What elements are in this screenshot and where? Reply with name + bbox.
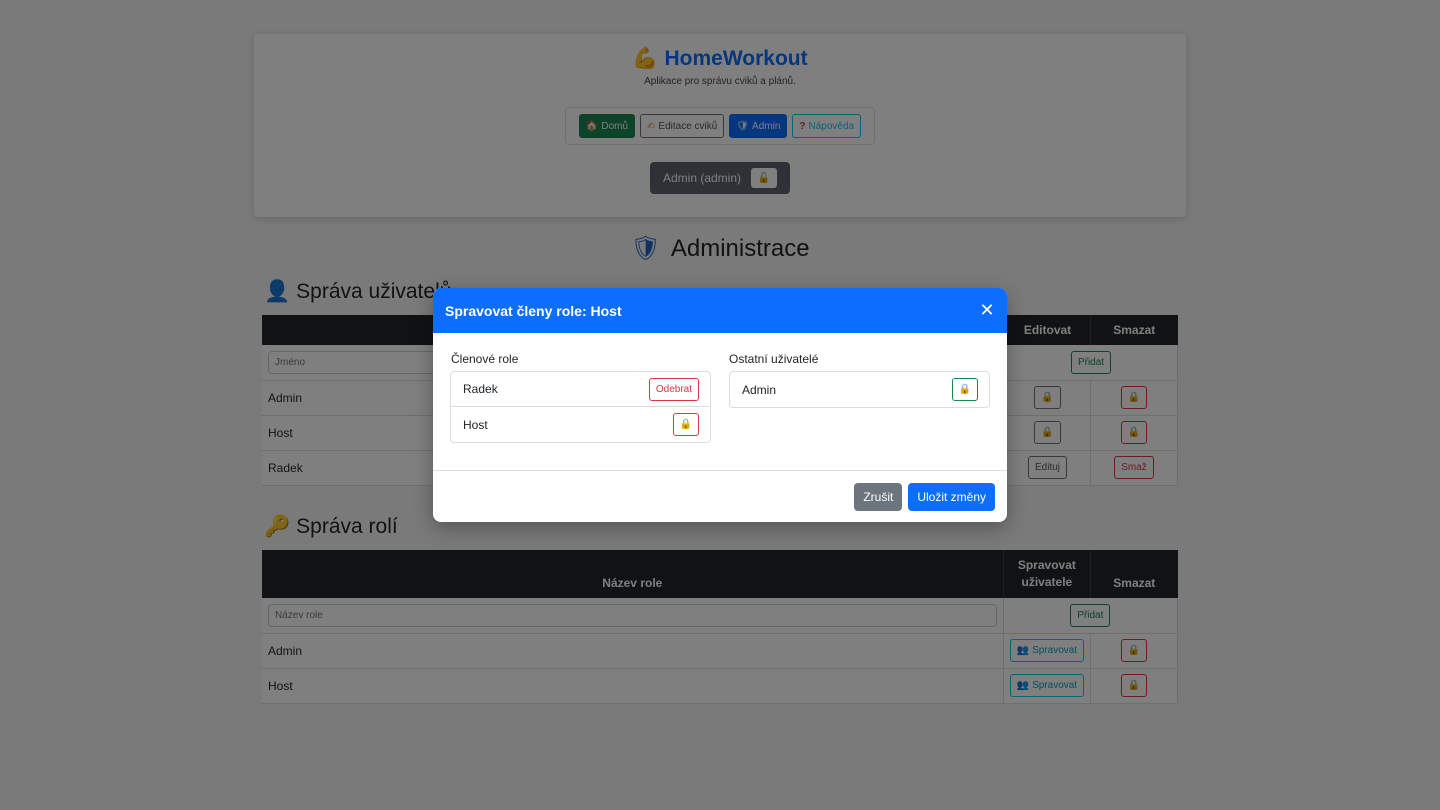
manage-role-members-modal: Spravovat členy role: Host ✕ Členové rol…: [433, 288, 1007, 522]
other-user-name: Admin: [742, 382, 777, 397]
remove-member-button-locked[interactable]: 🔒: [672, 413, 699, 436]
list-item: Host 🔒: [451, 407, 710, 442]
list-item: Radek Odebrat: [451, 372, 710, 407]
add-member-button-locked[interactable]: 🔒: [951, 378, 978, 401]
modal-footer: Zrušit Uložit změny: [433, 471, 1007, 522]
members-column-title: Členové role: [451, 352, 519, 366]
cancel-button[interactable]: Zrušit: [854, 482, 903, 511]
member-name: Host: [463, 417, 488, 432]
modal-header: Spravovat členy role: Host ✕: [433, 288, 1007, 333]
modal-title: Spravovat členy role: Host: [445, 302, 622, 319]
close-icon[interactable]: ✕: [977, 300, 997, 320]
others-list: Admin 🔒: [729, 371, 990, 408]
member-name: Radek: [463, 382, 498, 396]
others-column-title: Ostatní uživatelé: [729, 352, 819, 366]
modal-body: Členové role Radek Odebrat Host 🔒 Ostatn…: [433, 333, 1007, 471]
list-item: Admin 🔒: [730, 372, 989, 407]
lock-icon: 🔒: [679, 419, 692, 430]
members-list: Radek Odebrat Host 🔒: [450, 371, 711, 443]
lock-icon: 🔒: [958, 384, 971, 395]
remove-member-button[interactable]: Odebrat: [648, 377, 699, 401]
save-changes-button[interactable]: Uložit změny: [908, 482, 995, 511]
